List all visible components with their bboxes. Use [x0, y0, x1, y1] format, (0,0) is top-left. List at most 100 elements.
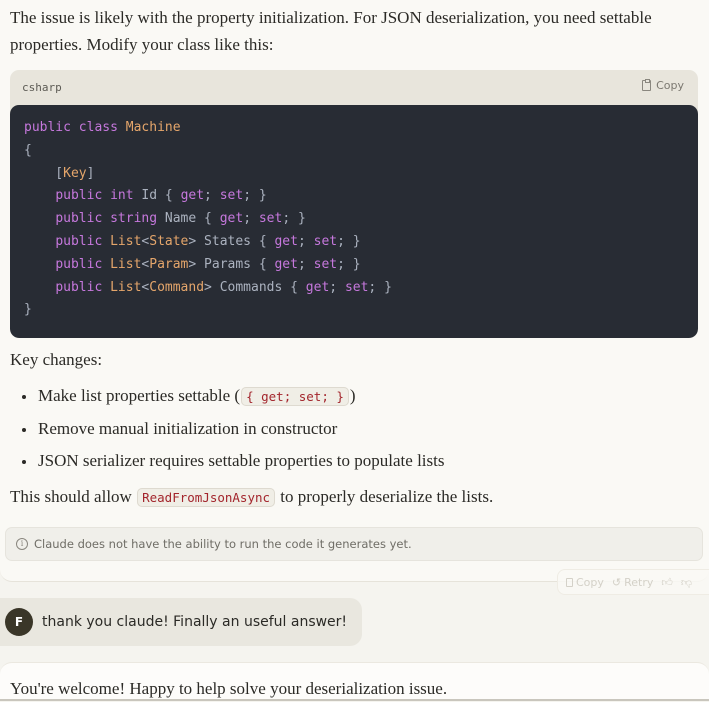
- code-token: public: [55, 233, 103, 249]
- code-token: get: [274, 233, 298, 249]
- code-token: Param: [149, 256, 189, 272]
- bullet-text: Remove manual initialization in construc…: [38, 419, 338, 438]
- code-token: State: [149, 233, 189, 249]
- code-token: public: [55, 256, 103, 272]
- notice-text: Claude does not have the ability to run …: [34, 537, 412, 551]
- code-token: int: [110, 188, 134, 204]
- code-token: ; }: [337, 233, 361, 249]
- bullet-text: JSON serializer requires settable proper…: [38, 451, 445, 470]
- code-token: set: [313, 233, 338, 249]
- code-token: get: [180, 188, 205, 204]
- assistant-reply: You're welcome! Happy to help solve your…: [0, 662, 709, 701]
- message-actions: Copy ↺ Retry 👍︎ 👎︎: [557, 569, 709, 595]
- code-token: public: [55, 211, 103, 227]
- code-token: > Commands {: [204, 279, 306, 295]
- code-token: get: [305, 279, 330, 295]
- user-message: F thank you claude! Finally an useful an…: [0, 598, 362, 646]
- code-line: public List<State> States { get; set; }: [24, 231, 684, 254]
- closing-text-before: This should allow: [10, 487, 137, 506]
- code-token: set: [219, 188, 244, 204]
- code-token: ]: [86, 165, 95, 181]
- code-token: string: [110, 211, 158, 227]
- assistant-message: The issue is likely with the property in…: [0, 0, 709, 582]
- thumbs-up-button[interactable]: 👍︎: [661, 576, 673, 589]
- thumbs-down-icon: 👎︎: [680, 575, 693, 589]
- code-token: [: [24, 165, 64, 181]
- copy-message-button[interactable]: Copy: [566, 576, 604, 589]
- code-block: csharp Copy public class Machine { [Key] …: [10, 70, 698, 338]
- code-token: ; }: [368, 279, 392, 295]
- code-token: ;: [329, 279, 345, 295]
- clipboard-icon: [642, 79, 652, 91]
- code-token: List: [110, 233, 142, 249]
- code-token: ;: [204, 188, 220, 204]
- assistant-intro-text: The issue is likely with the property in…: [10, 8, 652, 54]
- retry-icon: ↺: [611, 575, 622, 589]
- code-token: ; }: [337, 256, 361, 272]
- code-token: > States {: [188, 233, 275, 249]
- code-line: }: [24, 299, 684, 322]
- key-changes-heading: Key changes:: [10, 350, 103, 369]
- copy-code-button[interactable]: Copy: [642, 79, 684, 92]
- code-token: ; }: [282, 211, 306, 227]
- code-token: ;: [243, 211, 259, 227]
- code-token: ;: [297, 233, 314, 249]
- code-line: {: [24, 140, 684, 163]
- code-token: List: [110, 279, 142, 295]
- code-token: get: [274, 256, 298, 272]
- code-token: Key: [63, 165, 87, 181]
- code-token: public: [55, 188, 103, 204]
- code-line: public int Id { get; set; }: [24, 185, 684, 208]
- list-item: Remove manual initialization in construc…: [22, 413, 444, 445]
- code-token: public: [55, 279, 103, 295]
- code-token: set: [313, 256, 338, 272]
- code-token: set: [258, 211, 283, 227]
- list-item: Make list properties settable ({ get; se…: [22, 380, 444, 413]
- retry-label: Retry: [624, 575, 654, 589]
- code-line: [Key]: [24, 163, 684, 186]
- code-token: {: [24, 142, 32, 158]
- code-token: class: [78, 120, 118, 135]
- bullet-text: Make list properties settable (: [38, 386, 241, 405]
- code-token: Machine: [125, 120, 181, 135]
- assistant-reply-text: You're welcome! Happy to help solve your…: [10, 679, 448, 698]
- user-message-text: thank you claude! Finally an useful answ…: [42, 614, 348, 630]
- copy-label: Copy: [576, 575, 604, 589]
- code-execution-notice: i Claude does not have the ability to ru…: [5, 527, 703, 561]
- code-content: public class Machine { [Key] public int I…: [10, 105, 698, 338]
- code-token: List: [110, 256, 142, 272]
- code-token: Name {: [157, 211, 220, 227]
- code-token: }: [24, 302, 32, 318]
- closing-text: This should allow ReadFromJsonAsync to p…: [10, 483, 493, 511]
- thumbs-down-button[interactable]: 👎︎: [681, 576, 692, 589]
- code-token: > Params {: [188, 256, 275, 272]
- code-line: public List<Command> Commands { get; set…: [24, 277, 684, 300]
- thumbs-up-icon: 👍︎: [661, 575, 673, 589]
- list-item: JSON serializer requires settable proper…: [22, 445, 444, 477]
- code-token: get: [219, 211, 244, 227]
- closing-text-after: to properly deserialize the lists.: [276, 487, 494, 506]
- code-line: public string Name { get; set; }: [24, 208, 684, 231]
- code-line: public class Machine: [24, 117, 684, 140]
- retry-button[interactable]: ↺ Retry: [612, 576, 653, 589]
- code-language-label: csharp: [22, 81, 62, 94]
- code-token: Id {: [133, 188, 181, 204]
- info-icon: i: [16, 538, 28, 550]
- code-token: Command: [149, 279, 205, 295]
- inline-code: ReadFromJsonAsync: [137, 488, 276, 507]
- code-block-header: csharp Copy: [10, 70, 698, 105]
- bullet-text-after: ): [349, 386, 356, 405]
- code-token: ; }: [243, 188, 267, 204]
